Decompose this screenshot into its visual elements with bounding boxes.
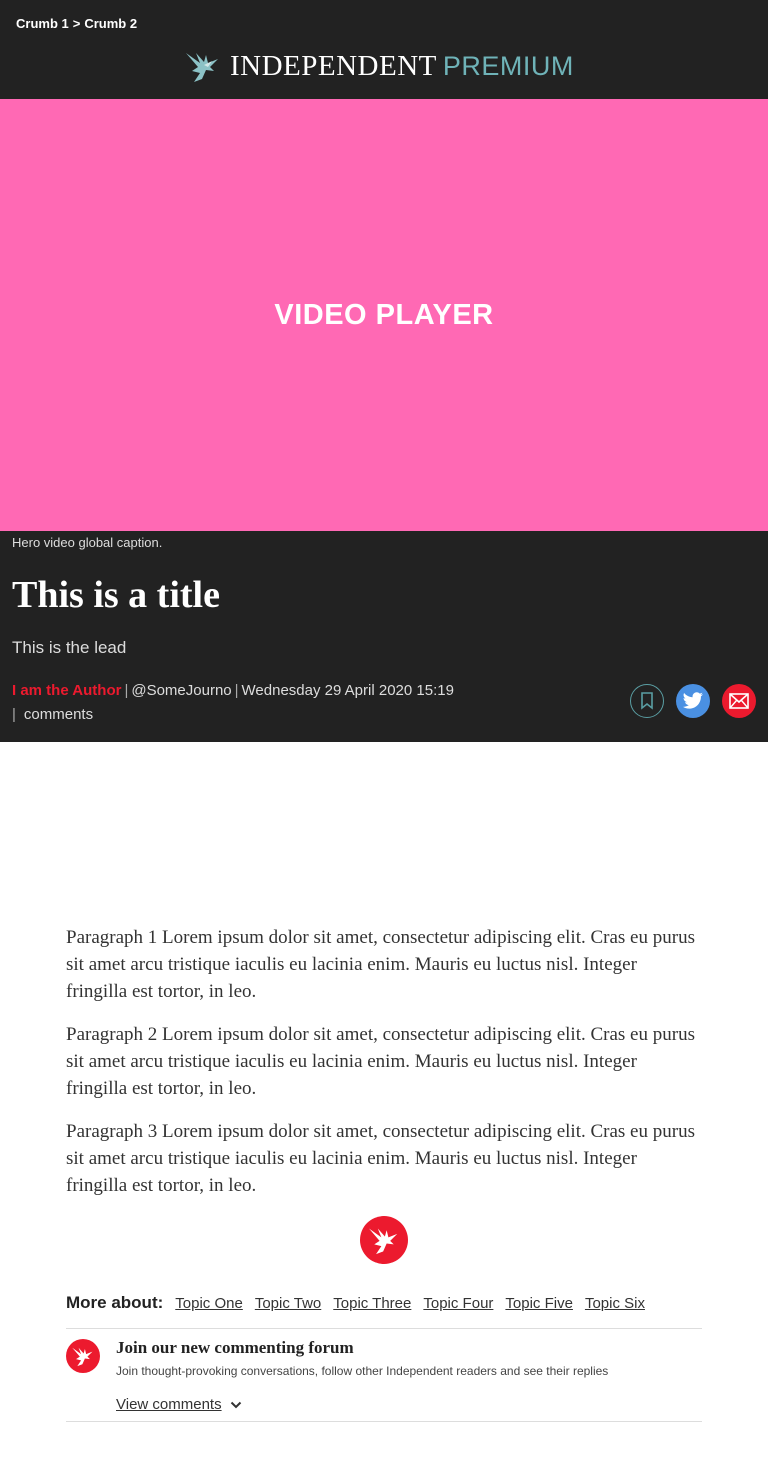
independent-logo-mark [66, 1339, 100, 1373]
author-link[interactable]: I am the Author [12, 682, 121, 699]
topic-link[interactable]: Topic Four [423, 1295, 493, 1312]
brand-name: INDEPENDENT [230, 49, 437, 82]
breadcrumb: Crumb 1 > Crumb 2 [16, 16, 137, 31]
brand-premium: PREMIUM [442, 50, 574, 81]
article-paragraph: Paragraph 2 Lorem ipsum dolor sit amet, … [66, 1024, 695, 1099]
publish-date: Wednesday 29 April 2020 15:19 [241, 682, 454, 699]
twitter-icon [682, 692, 703, 709]
topic-link[interactable]: Topic Three [333, 1295, 411, 1312]
author-handle[interactable]: @SomeJourno [131, 682, 231, 699]
video-player-label: VIDEO PLAYER [274, 298, 494, 331]
byline: I am the Author | @SomeJourno | Wednesday 29… [12, 679, 512, 727]
site-header: Crumb 1 > Crumb 2 INDEPENDENT PREMIUM [0, 0, 768, 99]
video-player[interactable]: VIDEO PLAYER [0, 99, 768, 531]
independent-logo-mark [360, 1216, 408, 1264]
view-comments-button[interactable]: View comments [116, 1396, 242, 1413]
twitter-share-button[interactable] [676, 684, 710, 718]
divider [66, 1328, 702, 1329]
article-lead: This is the lead [12, 638, 127, 657]
more-about-topics: More about: Topic One Topic Two Topic Th… [66, 1293, 657, 1313]
topic-link[interactable]: Topic Two [255, 1295, 321, 1312]
topic-link[interactable]: Topic Six [585, 1295, 645, 1312]
bookmark-icon [641, 692, 653, 710]
eagle-icon [72, 1347, 93, 1367]
eagle-icon [186, 53, 218, 82]
byline-separator: | [12, 706, 16, 723]
article-paragraph: Paragraph 1 Lorem ipsum dolor sit amet, … [66, 927, 695, 1002]
email-share-button[interactable] [722, 684, 756, 718]
email-icon [729, 693, 749, 709]
breadcrumb-crumb-1[interactable]: Crumb 1 [16, 16, 69, 31]
breadcrumb-crumb-2[interactable]: Crumb 2 [84, 16, 137, 31]
article-paragraph: Paragraph 3 Lorem ipsum dolor sit amet, … [66, 1121, 695, 1196]
byline-separator: | [124, 682, 129, 699]
eagle-icon [369, 1228, 398, 1255]
more-about-label: More about: [66, 1293, 164, 1312]
article-body: Paragraph 1 Lorem ipsum dolor sit amet, … [66, 924, 702, 1215]
topic-link[interactable]: Topic Five [505, 1295, 573, 1312]
bookmark-button[interactable] [630, 684, 664, 718]
view-comments-label: View comments [116, 1396, 222, 1413]
forum-description: Join thought-provoking conversations, fo… [116, 1364, 609, 1378]
comments-link[interactable]: comments [24, 706, 93, 723]
breadcrumb-separator: > [72, 16, 81, 31]
site-logo[interactable]: INDEPENDENT PREMIUM [184, 48, 574, 84]
divider [66, 1421, 702, 1422]
topic-link[interactable]: Topic One [175, 1295, 243, 1312]
forum-title: Join our new commenting forum [116, 1338, 354, 1357]
hero-info: Hero video global caption. This is a tit… [0, 531, 768, 742]
chevron-down-icon [230, 1401, 241, 1408]
article-title: This is a title [12, 574, 220, 616]
byline-separator: | [234, 682, 239, 699]
hero-caption: Hero video global caption. [12, 535, 163, 550]
